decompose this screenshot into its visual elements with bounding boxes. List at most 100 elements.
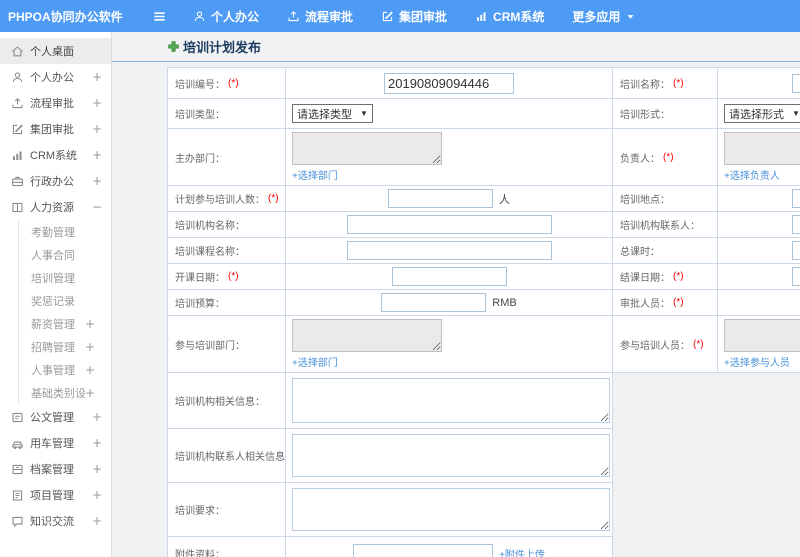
expander-icon[interactable]: + bbox=[85, 317, 95, 331]
required-mark: (*) bbox=[663, 151, 674, 163]
expander-icon[interactable]: + bbox=[92, 70, 102, 84]
info-textarea[interactable] bbox=[292, 488, 610, 531]
expander-icon[interactable]: + bbox=[92, 462, 102, 476]
field-label: 培训机构联系人： bbox=[620, 221, 700, 232]
picker-textarea[interactable] bbox=[292, 319, 442, 352]
nav-item-3[interactable]: 集团审批 bbox=[381, 8, 447, 25]
expander-icon[interactable]: + bbox=[92, 148, 102, 162]
text-input[interactable] bbox=[388, 189, 493, 208]
info-textarea[interactable] bbox=[292, 434, 610, 477]
picker-link[interactable]: +选择负责人 bbox=[724, 167, 800, 182]
sidebar-item[interactable]: 个人桌面 bbox=[0, 38, 111, 64]
expander-icon[interactable]: + bbox=[92, 174, 102, 188]
nav-item-label: 个人办公 bbox=[211, 9, 260, 24]
sidebar-sub-item[interactable]: 薪资管理 + bbox=[19, 312, 111, 335]
picker-link[interactable]: +附件上传 bbox=[499, 546, 545, 557]
required-mark: (*) bbox=[673, 297, 684, 308]
expander-icon[interactable]: + bbox=[85, 340, 95, 354]
sidebar-item[interactable]: 项目管理 + bbox=[0, 482, 111, 508]
text-input[interactable] bbox=[391, 267, 507, 286]
nav-item-label: 更多应用 bbox=[572, 9, 621, 24]
text-input[interactable] bbox=[792, 215, 800, 234]
expander-icon[interactable]: + bbox=[92, 96, 102, 110]
sidebar-sub-item-label: 招聘管理 bbox=[31, 341, 75, 354]
doc-icon bbox=[10, 411, 24, 424]
text-input[interactable] bbox=[792, 267, 800, 286]
expander-icon[interactable]: + bbox=[92, 410, 102, 424]
field-label-cell: 结课日期： (*) bbox=[613, 264, 718, 289]
picker-link[interactable]: +选择部门 bbox=[292, 354, 606, 369]
picker-link[interactable]: +选择参与人员 bbox=[724, 354, 800, 369]
picker-textarea[interactable] bbox=[724, 132, 800, 165]
sidebar-sub-item[interactable]: 招聘管理 + bbox=[19, 335, 111, 358]
sidebar-sub-item[interactable]: 人事管理 + bbox=[19, 358, 111, 381]
sidebar-sub-item[interactable]: 考勤管理 bbox=[19, 220, 111, 243]
nav-item-2[interactable]: 流程审批 bbox=[287, 8, 353, 25]
sidebar-item[interactable]: 知识交流 + bbox=[0, 508, 111, 534]
text-input[interactable] bbox=[346, 215, 552, 234]
sidebar-item[interactable]: CRM系统 + bbox=[0, 142, 111, 168]
chat-icon bbox=[10, 515, 24, 528]
plus-badge-icon bbox=[167, 40, 180, 53]
form-row: 培训地点： bbox=[612, 185, 800, 212]
form-row: 培训机构联系人： bbox=[612, 211, 800, 238]
sidebar-item[interactable]: 用车管理 + bbox=[0, 430, 111, 456]
nav-item-1[interactable]: 个人办公 bbox=[193, 8, 259, 25]
sidebar-item[interactable]: 档案管理 + bbox=[0, 456, 111, 482]
expander-icon[interactable]: + bbox=[92, 122, 102, 136]
field-label-cell: 培训形式： bbox=[613, 99, 718, 128]
picker-textarea[interactable] bbox=[724, 319, 800, 352]
nav-item-5[interactable]: 更多应用 bbox=[572, 8, 636, 25]
field-suffix-label: 人 bbox=[499, 193, 510, 206]
text-input[interactable] bbox=[353, 543, 494, 557]
sidebar-sub-item[interactable]: 人事合同 bbox=[19, 243, 111, 266]
expander-icon[interactable]: + bbox=[92, 436, 102, 450]
expander-icon[interactable]: + bbox=[92, 514, 102, 528]
select-dropdown[interactable]: 请选择类型 ▼ bbox=[292, 104, 373, 123]
text-input[interactable] bbox=[792, 241, 800, 260]
text-input[interactable] bbox=[792, 73, 800, 93]
text-input[interactable] bbox=[384, 72, 514, 94]
text-input[interactable] bbox=[381, 293, 487, 312]
text-input[interactable] bbox=[346, 241, 552, 260]
picker-textarea[interactable] bbox=[292, 132, 442, 165]
field-label-cell: 培训课程名称： bbox=[168, 238, 286, 263]
sidebar-sub-item[interactable]: 基础类别设置+ bbox=[19, 381, 111, 404]
picker-link[interactable]: +选择部门 bbox=[292, 167, 606, 182]
expander-icon[interactable]: + bbox=[92, 488, 102, 502]
field-label-cell: 参与培训部门： bbox=[168, 316, 286, 372]
sidebar-item[interactable]: 个人办公 + bbox=[0, 64, 111, 90]
briefcase-icon bbox=[10, 175, 24, 188]
sidebar-item[interactable]: 流程审批 + bbox=[0, 90, 111, 116]
field-label-cell: 培训机构名称： bbox=[168, 212, 286, 237]
sidebar-item[interactable]: 公文管理 + bbox=[0, 404, 111, 430]
sidebar-item[interactable]: 行政办公 + bbox=[0, 168, 111, 194]
field-label-cell: 附件资料： bbox=[168, 537, 286, 557]
sidebar-item[interactable]: 人力资源 − bbox=[0, 194, 111, 220]
nav-item-4[interactable]: CRM系统 bbox=[475, 8, 544, 25]
expander-icon[interactable]: + bbox=[85, 363, 95, 377]
sidebar-item-label: 行政办公 bbox=[30, 176, 74, 188]
project-icon bbox=[10, 489, 24, 502]
car-icon bbox=[10, 437, 24, 450]
sidebar-item-label: 知识交流 bbox=[30, 516, 74, 528]
nav-item-label: CRM系统 bbox=[493, 9, 545, 24]
select-value: 请选择类型 bbox=[297, 108, 352, 121]
upload-icon bbox=[10, 97, 24, 110]
field-label-cell: 培训机构相关信息： bbox=[168, 373, 286, 428]
select-dropdown[interactable]: 请选择形式 ▼ bbox=[724, 104, 800, 123]
sidebar-sub-item[interactable]: 培训管理 bbox=[19, 266, 111, 289]
sidebar-item[interactable]: 集团审批 + bbox=[0, 116, 111, 142]
sidebar-item-label: CRM系统 bbox=[30, 150, 78, 162]
hamburger-menu-button[interactable] bbox=[152, 9, 167, 24]
info-textarea[interactable] bbox=[292, 378, 610, 423]
expander-icon[interactable]: + bbox=[85, 386, 95, 400]
text-input[interactable] bbox=[792, 189, 800, 208]
field-cell bbox=[286, 68, 612, 98]
field-cell bbox=[286, 264, 612, 289]
expander-icon[interactable]: − bbox=[92, 200, 102, 214]
form-row: 计划参与培训人数： (*) 人 bbox=[167, 185, 613, 212]
form-row: 培训形式： 请选择形式 ▼ bbox=[612, 98, 800, 129]
required-mark: (*) bbox=[673, 271, 684, 282]
sidebar-sub-item[interactable]: 奖惩记录 bbox=[19, 289, 111, 312]
